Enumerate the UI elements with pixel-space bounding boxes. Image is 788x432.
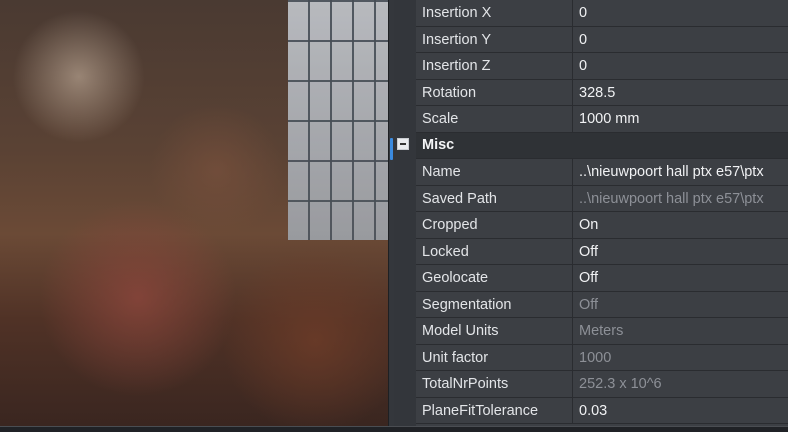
bottom-edge xyxy=(0,426,788,432)
property-label: Rotation xyxy=(416,79,573,105)
property-row[interactable]: Unit factor 1000 xyxy=(416,344,788,371)
property-value[interactable]: 0 xyxy=(573,53,788,79)
property-row[interactable]: Scale 1000 mm xyxy=(416,106,788,133)
property-label: Geolocate xyxy=(416,265,573,291)
property-rows: Insertion X 0 Insertion Y 0 Insertion Z 0 Rota… xyxy=(416,0,788,424)
property-row[interactable]: Cropped On xyxy=(416,212,788,239)
property-row[interactable]: PlaneFitTolerance 0.03 xyxy=(416,397,788,424)
property-label: Insertion X xyxy=(416,0,573,26)
property-value[interactable]: 1000 mm xyxy=(573,106,788,132)
property-value: ..\nieuwpoort hall ptx e57\ptx xyxy=(573,185,788,211)
splitter-handle[interactable] xyxy=(390,138,393,160)
property-row[interactable]: Rotation 328.5 xyxy=(416,79,788,106)
minus-box-icon[interactable] xyxy=(397,138,409,150)
property-value[interactable]: Off xyxy=(573,265,788,291)
property-row[interactable]: Insertion X0 xyxy=(416,0,788,27)
properties-gutter xyxy=(394,0,416,426)
property-label: Insertion Y xyxy=(416,26,573,52)
property-row[interactable]: Saved Path ..\nieuwpoort hall ptx e57\ptx xyxy=(416,185,788,212)
property-row[interactable]: Insertion Z0 xyxy=(416,53,788,80)
property-value[interactable]: ..\nieuwpoort hall ptx e57\ptx xyxy=(573,159,788,185)
property-label: Segmentation xyxy=(416,291,573,317)
properties-panel: Insertion X 0 Insertion Y 0 Insertion Z 0 Rota… xyxy=(394,0,788,426)
property-value[interactable]: On xyxy=(573,212,788,238)
property-row[interactable]: Geolocate Off xyxy=(416,265,788,292)
property-value: Meters xyxy=(573,318,788,344)
property-value[interactable]: 0 xyxy=(573,26,788,52)
property-label: TotalNrPoints xyxy=(416,371,573,397)
property-label: Name xyxy=(416,159,573,185)
property-label: Locked xyxy=(416,238,573,264)
property-value: Off xyxy=(573,291,788,317)
point-cloud-viewport[interactable] xyxy=(0,0,394,426)
section-title: Misc xyxy=(422,137,455,154)
property-value[interactable]: 0 xyxy=(573,0,788,26)
property-value[interactable]: Off xyxy=(573,238,788,264)
property-label: Unit factor xyxy=(416,344,573,370)
scaffold-structure xyxy=(288,0,388,240)
property-label: Cropped xyxy=(416,212,573,238)
property-value: 252.3 x 10^6 xyxy=(573,371,788,397)
property-value[interactable]: 0.03 xyxy=(573,397,788,423)
property-row[interactable]: Locked Off xyxy=(416,238,788,265)
property-row[interactable]: Insertion Y0 xyxy=(416,26,788,53)
property-row[interactable]: Name ..\nieuwpoort hall ptx e57\ptx xyxy=(416,159,788,186)
property-label: PlaneFitTolerance xyxy=(416,397,573,423)
app-root: Insertion X 0 Insertion Y 0 Insertion Z 0 Rota… xyxy=(0,0,788,432)
property-label: Scale xyxy=(416,106,573,132)
property-row[interactable]: Segmentation Off xyxy=(416,291,788,318)
property-row[interactable]: TotalNrPoints 252.3 x 10^6 xyxy=(416,371,788,398)
property-label: Saved Path xyxy=(416,185,573,211)
property-value[interactable]: 328.5 xyxy=(573,79,788,105)
property-row[interactable]: Model Units Meters xyxy=(416,318,788,345)
property-value: 1000 xyxy=(573,344,788,370)
property-label: Insertion Z xyxy=(416,53,573,79)
property-label: Model Units xyxy=(416,318,573,344)
section-misc[interactable]: Misc xyxy=(416,132,788,159)
